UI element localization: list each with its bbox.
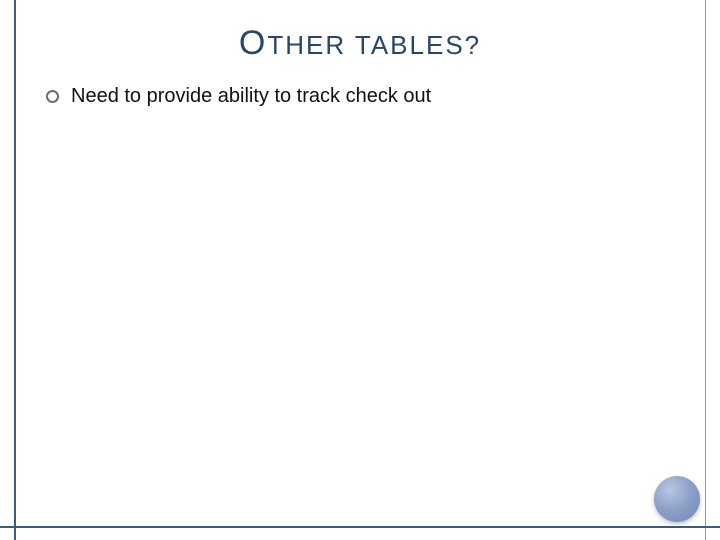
title-word-2: TABLES <box>355 30 465 60</box>
vertical-rule-right <box>705 0 706 540</box>
bullet-icon <box>46 90 59 103</box>
horizontal-rule-bottom <box>0 526 720 528</box>
slide: OTHER TABLES? Need to provide ability to… <box>0 0 720 540</box>
title-punct: ? <box>465 30 481 60</box>
title-word-1-rest: THER <box>267 30 346 60</box>
vertical-rule-left <box>14 0 16 540</box>
title-initial-1: O <box>239 24 267 62</box>
slide-title: OTHER TABLES? <box>0 24 720 63</box>
list-item: Need to provide ability to track check o… <box>46 85 674 108</box>
title-space <box>346 30 355 60</box>
bullet-text: Need to provide ability to track check o… <box>71 85 431 108</box>
slide-body: Need to provide ability to track check o… <box>46 85 674 108</box>
corner-sphere-icon <box>654 476 700 522</box>
